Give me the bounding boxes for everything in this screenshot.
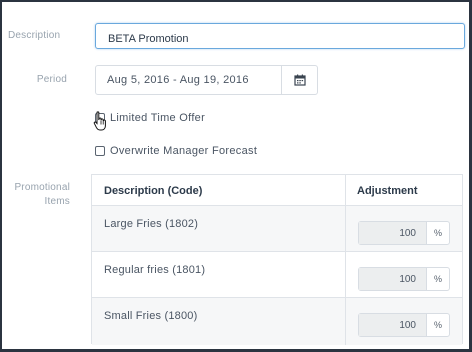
column-divider (345, 175, 346, 345)
overwrite-forecast-label: Overwrite Manager Forecast (110, 145, 258, 157)
description-label: Description (8, 30, 61, 41)
description-input[interactable] (95, 23, 465, 49)
period-date-range[interactable]: Aug 5, 2016 - Aug 19, 2016 (95, 65, 318, 95)
hand-pointer-cursor-icon (93, 111, 106, 131)
period-label: Period (36, 74, 67, 85)
adjustment-input[interactable]: 100 (359, 314, 427, 336)
table-header-row: Description (Code) Adjustment (92, 175, 462, 206)
promotional-items-table: Description (Code) Adjustment Large Frie… (91, 174, 463, 345)
promotional-items-label-line2: Items (44, 196, 70, 207)
limited-time-offer-label: Limited Time Offer (110, 112, 206, 124)
item-name: Regular fries (1801) (104, 264, 206, 276)
calendar-icon (293, 74, 306, 86)
limited-time-offer-option[interactable]: Limited Time Offer (95, 112, 205, 124)
description-column-header: Description (Code) (104, 185, 203, 197)
percent-addon: % (433, 274, 442, 284)
table-row: Large Fries (1802) 100 % (92, 206, 462, 252)
table-row: Regular fries (1801) 100 % (92, 252, 462, 298)
promotional-items-label-line1: Promotional (14, 182, 70, 193)
item-name: Large Fries (1802) (104, 218, 199, 230)
period-value: Aug 5, 2016 - Aug 19, 2016 (107, 74, 249, 86)
adjustment-input-group[interactable]: 100 % (358, 267, 450, 291)
calendar-button[interactable] (281, 66, 317, 94)
percent-addon: % (433, 228, 442, 238)
percent-addon: % (433, 320, 442, 330)
overwrite-forecast-checkbox[interactable] (95, 146, 105, 156)
table-row: Small Fries (1800) 100 % (92, 298, 462, 345)
adjustment-column-header: Adjustment (357, 185, 418, 197)
item-name: Small Fries (1800) (104, 310, 198, 322)
promotional-items-label: Promotional Items (8, 181, 70, 209)
overwrite-forecast-option[interactable]: Overwrite Manager Forecast (95, 145, 257, 157)
adjustment-input[interactable]: 100 (359, 268, 427, 290)
adjustment-input[interactable]: 100 (359, 222, 427, 244)
adjustment-input-group[interactable]: 100 % (358, 313, 450, 337)
adjustment-input-group[interactable]: 100 % (358, 221, 450, 245)
